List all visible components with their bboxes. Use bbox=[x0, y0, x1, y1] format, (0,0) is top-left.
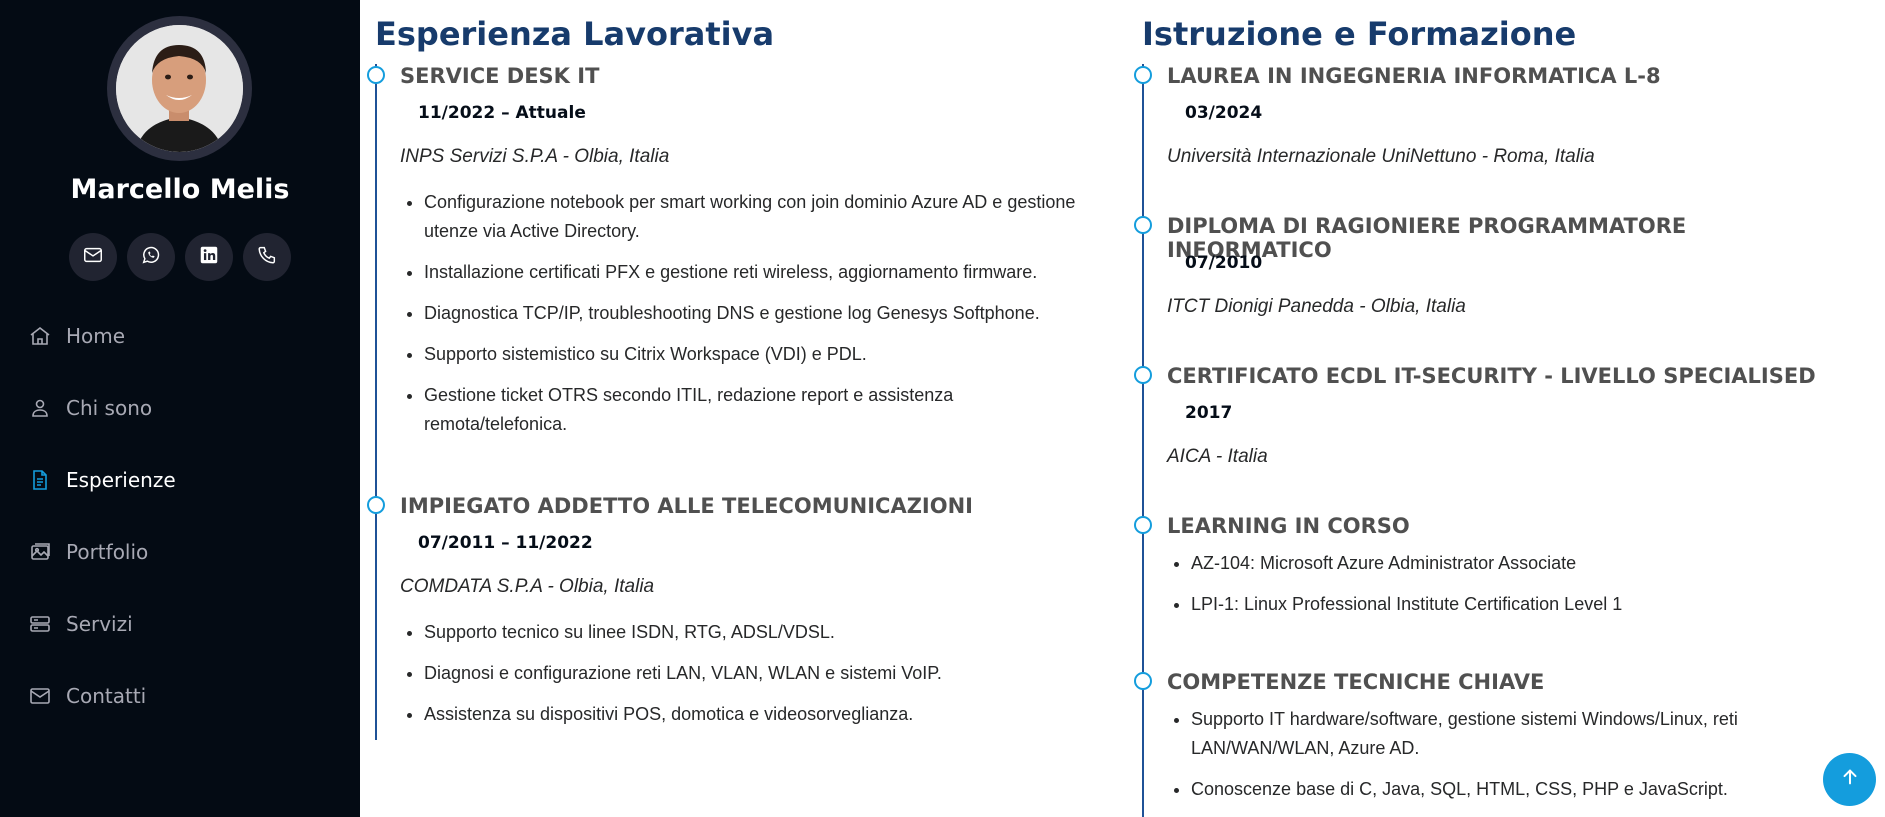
education-bullets: AZ-104: Microsoft Azure Administrator As… bbox=[1167, 549, 1842, 619]
education-item: DIPLOMA DI RAGIONIERE PROGRAMMATORE INFO… bbox=[1134, 214, 1842, 364]
nav-item-contatti[interactable]: Contatti bbox=[28, 678, 176, 714]
envelope-icon bbox=[82, 244, 104, 271]
list-item: Diagnostica TCP/IP, troubleshooting DNS … bbox=[424, 299, 1095, 328]
person-icon bbox=[28, 395, 54, 421]
experience-date: 11/2022 – Attuale bbox=[418, 103, 586, 123]
experience-title: SERVICE DESK IT bbox=[400, 64, 600, 88]
timeline-dot bbox=[1134, 672, 1152, 690]
education-item: CERTIFICATO ECDL IT-SECURITY - LIVELLO S… bbox=[1134, 364, 1842, 514]
social-links bbox=[69, 233, 291, 281]
whatsapp-icon bbox=[140, 244, 162, 271]
education-date: 2017 bbox=[1185, 403, 1233, 423]
section-title-education: Istruzione e Formazione bbox=[1142, 15, 1577, 53]
education-timeline: LAUREA IN INGEGNERIA INFORMATICA L-8 03/… bbox=[1134, 64, 1842, 817]
education-title: COMPETENZE TECNICHE CHIAVE bbox=[1167, 670, 1545, 694]
nav-item-home[interactable]: Home bbox=[28, 318, 176, 354]
experience-section: Esperienza Lavorativa SERVICE DESK IT 11… bbox=[367, 0, 1095, 741]
experience-org: INPS Servizi S.P.A - Olbia, Italia bbox=[400, 146, 670, 167]
nav-item-label: Contatti bbox=[66, 684, 147, 708]
list-item: AZ-104: Microsoft Azure Administrator As… bbox=[1191, 549, 1842, 578]
list-item: Diagnosi e configurazione reti LAN, VLAN… bbox=[424, 659, 1095, 688]
education-title: CERTIFICATO ECDL IT-SECURITY - LIVELLO S… bbox=[1167, 364, 1816, 388]
education-section: Istruzione e Formazione LAUREA IN INGEGN… bbox=[1134, 0, 1842, 817]
linkedin-link[interactable] bbox=[185, 233, 233, 281]
list-item: Gestione ticket OTRS secondo ITIL, redaz… bbox=[424, 381, 1095, 439]
nav-item-esperienze[interactable]: Esperienze bbox=[28, 462, 176, 498]
list-item: Assistenza su dispositivi POS, domotica … bbox=[424, 700, 1095, 729]
education-title: LAUREA IN INGEGNERIA INFORMATICA L-8 bbox=[1167, 64, 1661, 88]
linkedin-icon bbox=[198, 244, 220, 271]
education-title: LEARNING IN CORSO bbox=[1167, 514, 1410, 538]
nav-item-label: Chi sono bbox=[66, 396, 153, 420]
timeline-dot bbox=[1134, 516, 1152, 534]
list-item: LPI-1: Linux Professional Institute Cert… bbox=[1191, 590, 1842, 619]
list-item: Supporto sistemistico su Citrix Workspac… bbox=[424, 340, 1095, 369]
experience-bullets: Supporto tecnico su linee ISDN, RTG, ADS… bbox=[400, 618, 1095, 729]
experience-item: IMPIEGATO ADDETTO ALLE TELECOMUNICAZIONI… bbox=[367, 494, 1095, 729]
list-item: Configurazione notebook per smart workin… bbox=[424, 188, 1095, 246]
profile-name: Marcello Melis bbox=[70, 174, 290, 205]
experience-item: SERVICE DESK IT 11/2022 – Attuale INPS S… bbox=[367, 64, 1095, 494]
phone-link[interactable] bbox=[243, 233, 291, 281]
arrow-up-icon bbox=[1839, 766, 1861, 793]
education-item: LEARNING IN CORSO AZ-104: Microsoft Azur… bbox=[1134, 514, 1842, 670]
avatar-frame bbox=[107, 16, 252, 161]
server-icon bbox=[28, 611, 54, 637]
experience-date: 07/2011 – 11/2022 bbox=[418, 533, 593, 553]
timeline-dot bbox=[1134, 66, 1152, 84]
timeline-dot bbox=[1134, 366, 1152, 384]
education-bullets: Supporto IT hardware/software, gestione … bbox=[1167, 705, 1842, 804]
back-to-top-button[interactable] bbox=[1823, 753, 1876, 806]
nav-menu: Home Chi sono Esperienze Portfolio Servi… bbox=[28, 318, 176, 750]
images-icon bbox=[28, 539, 54, 565]
avatar-photo bbox=[116, 25, 243, 152]
whatsapp-link[interactable] bbox=[127, 233, 175, 281]
experience-title: IMPIEGATO ADDETTO ALLE TELECOMUNICAZIONI bbox=[400, 494, 973, 518]
nav-item-servizi[interactable]: Servizi bbox=[28, 606, 176, 642]
nav-item-label: Home bbox=[66, 324, 126, 348]
nav-item-label: Portfolio bbox=[66, 540, 149, 564]
avatar bbox=[116, 25, 243, 152]
experience-timeline: SERVICE DESK IT 11/2022 – Attuale INPS S… bbox=[367, 64, 1095, 740]
timeline-dot bbox=[367, 66, 385, 84]
nav-item-chi-sono[interactable]: Chi sono bbox=[28, 390, 176, 426]
file-text-icon bbox=[28, 467, 54, 493]
envelope-icon bbox=[28, 683, 54, 709]
list-item: Installazione certificati PFX e gestione… bbox=[424, 258, 1095, 287]
timeline-dot bbox=[1134, 216, 1152, 234]
nav-item-label: Esperienze bbox=[66, 468, 176, 492]
education-date: 03/2024 bbox=[1185, 103, 1263, 123]
timeline-dot bbox=[367, 496, 385, 514]
list-item: Supporto tecnico su linee ISDN, RTG, ADS… bbox=[424, 618, 1095, 647]
home-icon bbox=[28, 323, 54, 349]
sidebar: Marcello Melis Home Chi sono Esperienze … bbox=[0, 0, 360, 817]
section-title-experience: Esperienza Lavorativa bbox=[375, 15, 775, 53]
experience-org: COMDATA S.P.A - Olbia, Italia bbox=[400, 576, 655, 597]
education-title: DIPLOMA DI RAGIONIERE PROGRAMMATORE INFO… bbox=[1167, 214, 1687, 262]
education-org: Università Internazionale UniNettuno - R… bbox=[1167, 146, 1595, 167]
experience-bullets: Configurazione notebook per smart workin… bbox=[400, 188, 1095, 439]
list-item: Conoscenze base di C, Java, SQL, HTML, C… bbox=[1191, 775, 1842, 804]
education-item: COMPETENZE TECNICHE CHIAVE Supporto IT h… bbox=[1134, 670, 1842, 804]
email-link[interactable] bbox=[69, 233, 117, 281]
phone-icon bbox=[256, 244, 278, 271]
education-item: LAUREA IN INGEGNERIA INFORMATICA L-8 03/… bbox=[1134, 64, 1842, 214]
education-org: ITCT Dionigi Panedda - Olbia, Italia bbox=[1167, 296, 1466, 317]
nav-item-label: Servizi bbox=[66, 612, 133, 636]
nav-item-portfolio[interactable]: Portfolio bbox=[28, 534, 176, 570]
education-org: AICA - Italia bbox=[1167, 446, 1268, 467]
list-item: Supporto IT hardware/software, gestione … bbox=[1191, 705, 1842, 763]
